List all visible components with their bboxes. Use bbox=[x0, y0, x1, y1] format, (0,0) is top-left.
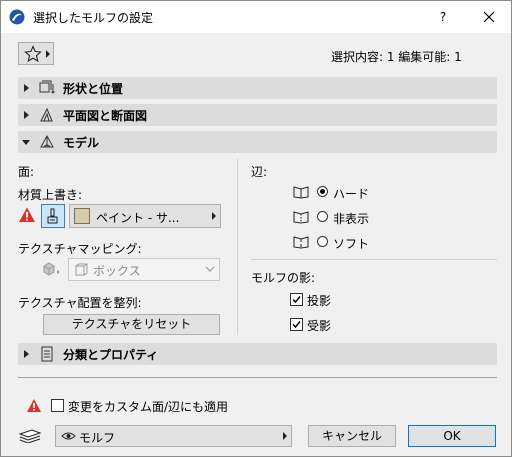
reset-texture-button[interactable]: テクスチャをリセット bbox=[43, 314, 220, 335]
footer-divider bbox=[18, 377, 497, 378]
expand-icon bbox=[24, 84, 29, 92]
cancel-button[interactable]: キャンセル bbox=[308, 425, 396, 447]
warning-icon bbox=[19, 207, 35, 222]
section-label: 分類とプロパティ bbox=[63, 348, 159, 362]
expand-icon bbox=[24, 111, 29, 119]
apply-custom-checkbox[interactable] bbox=[51, 399, 64, 412]
edges-shadow-divider bbox=[251, 259, 497, 260]
shape-icon bbox=[39, 80, 55, 94]
window-title: 選択したモルフの設定 bbox=[33, 11, 154, 25]
column-divider bbox=[237, 159, 238, 335]
ok-button[interactable]: OK bbox=[408, 425, 496, 447]
override-toggle-button[interactable] bbox=[41, 204, 65, 228]
star-icon bbox=[24, 45, 42, 63]
section-classification[interactable]: 分類とプロパティ bbox=[18, 343, 497, 365]
edge-hard-radio[interactable] bbox=[317, 186, 328, 197]
edge-hidden-radio[interactable] bbox=[317, 211, 328, 222]
override-label: 材質上書き: bbox=[18, 188, 83, 202]
section-label: モデル bbox=[63, 136, 100, 150]
section-model[interactable]: モデル bbox=[18, 131, 497, 153]
mapping-label: テクスチャマッピング: bbox=[18, 242, 142, 256]
material-value: ペイント - サ... bbox=[96, 211, 180, 225]
material-popup[interactable]: ペイント - サ... bbox=[69, 204, 221, 228]
checkmark-icon bbox=[292, 321, 301, 329]
cast-shadow-label: 投影 bbox=[307, 294, 332, 308]
layer-value: モルフ bbox=[79, 431, 116, 445]
app-icon bbox=[9, 9, 25, 25]
chevron-right-icon bbox=[212, 212, 216, 220]
edge-hard-label: ハード bbox=[333, 187, 370, 201]
favorites-button[interactable] bbox=[18, 42, 54, 65]
section-label: 平面図と断面図 bbox=[63, 109, 148, 123]
cast-shadow-checkbox[interactable] bbox=[290, 293, 303, 306]
title-bar: 選択したモルフの設定 ? bbox=[1, 1, 511, 33]
mapping-select[interactable]: ボックス bbox=[68, 258, 220, 281]
shadow-heading: モルフの影: bbox=[251, 271, 316, 285]
plan-icon bbox=[40, 107, 53, 122]
chevron-right-icon bbox=[46, 50, 50, 58]
cube-icon bbox=[43, 262, 60, 276]
chevron-right-icon bbox=[283, 432, 287, 440]
edge-soft-label: ソフト bbox=[333, 237, 370, 251]
document-icon bbox=[41, 346, 53, 362]
layer-popup[interactable]: モルフ bbox=[55, 425, 292, 447]
chevron-down-icon bbox=[205, 266, 215, 272]
selection-summary: 選択内容: 1 編集可能: 1 bbox=[331, 50, 462, 64]
section-label: 形状と位置 bbox=[63, 82, 124, 96]
align-label: テクスチャ配置を整列: bbox=[18, 296, 142, 310]
eye-icon bbox=[61, 432, 76, 440]
edge-hidden-label: 非表示 bbox=[333, 212, 370, 226]
edge-hidden-icon bbox=[293, 211, 309, 224]
section-plan-section[interactable]: 平面図と断面図 bbox=[18, 104, 497, 126]
collapse-icon bbox=[22, 140, 30, 145]
receive-shadow-label: 受影 bbox=[307, 319, 332, 333]
model-icon bbox=[40, 134, 54, 148]
brush-icon bbox=[47, 208, 58, 224]
section-shape-position[interactable]: 形状と位置 bbox=[18, 77, 497, 99]
mapping-value: ボックス bbox=[93, 264, 141, 278]
edge-hard-icon bbox=[293, 186, 309, 199]
receive-shadow-checkbox[interactable] bbox=[290, 318, 303, 331]
material-swatch bbox=[74, 208, 90, 224]
expand-icon bbox=[24, 350, 29, 358]
help-button[interactable]: ? bbox=[433, 5, 453, 29]
dialog-window: 選択したモルフの設定 ? 選択内容: 1 編集可能: 1 形状と位置 平面図と断… bbox=[0, 0, 512, 457]
checkmark-icon bbox=[292, 296, 301, 304]
box-icon bbox=[75, 263, 88, 276]
layer-icon bbox=[18, 429, 42, 443]
faces-heading: 面: bbox=[18, 165, 35, 179]
warning-icon bbox=[27, 399, 41, 412]
apply-custom-label: 変更をカスタム面/辺にも適用 bbox=[68, 400, 229, 414]
edge-soft-radio[interactable] bbox=[317, 236, 328, 247]
edge-soft-icon bbox=[293, 236, 309, 249]
close-icon[interactable] bbox=[479, 7, 499, 27]
edges-heading: 辺: bbox=[251, 165, 268, 179]
